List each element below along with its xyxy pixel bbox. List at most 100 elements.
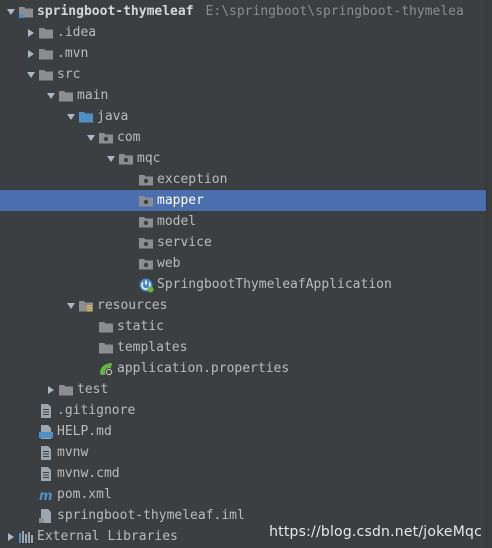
tree-item-label: .idea (57, 25, 97, 40)
spring-boot-class-icon (138, 277, 154, 293)
tree-item-label: mvnw (57, 445, 89, 460)
tree-item-java[interactable]: java (0, 106, 487, 127)
arrow-spacer (124, 190, 138, 211)
project-tree: springboot-thymeleaf E:\springboot\spring… (0, 0, 492, 548)
arrow-spacer (124, 274, 138, 295)
markdown-file-icon (38, 424, 54, 440)
libraries-icon (18, 529, 34, 545)
tree-item-label: com (117, 130, 141, 145)
tree-item-label: web (157, 256, 181, 271)
folder-icon (98, 340, 114, 356)
tree-item-mvn[interactable]: .mvn (0, 43, 487, 64)
chevron-down-icon[interactable] (4, 1, 18, 22)
chevron-right-icon[interactable] (44, 379, 58, 400)
folder-icon (58, 382, 74, 398)
tree-item-springbootthymeleafapplication[interactable]: SpringbootThymeleafApplication (0, 274, 487, 295)
tree-item-mqc[interactable]: mqc (0, 148, 487, 169)
chevron-down-icon[interactable] (44, 85, 58, 106)
tree-item-application-properties[interactable]: application.properties (0, 358, 487, 379)
tree-item-label: main (77, 88, 109, 103)
tree-item-idea[interactable]: .idea (0, 22, 487, 43)
tree-item-main[interactable]: main (0, 85, 487, 106)
tree-item-help-md[interactable]: HELP.md (0, 421, 487, 442)
tree-item-label: springboot-thymeleaf.iml (57, 508, 245, 523)
tree-item-label: pom.xml (57, 487, 112, 502)
tree-item-test[interactable]: test (0, 379, 487, 400)
folder-icon (38, 46, 54, 62)
chevron-right-icon[interactable] (24, 43, 38, 64)
svg-text:m: m (39, 489, 53, 503)
chevron-down-icon[interactable] (84, 127, 98, 148)
tree-item-label: mvnw.cmd (57, 466, 120, 481)
tree-item-label: static (117, 319, 164, 334)
tree-item-pom-xml[interactable]: m pom.xml (0, 484, 487, 505)
tree-item-templates[interactable]: templates (0, 337, 487, 358)
tree-item-exception[interactable]: exception (0, 169, 487, 190)
tree-item-label: src (57, 67, 81, 82)
tree-item-label: model (157, 214, 197, 229)
vertical-scrollbar[interactable] (486, 0, 492, 548)
tree-item-src[interactable]: src (0, 64, 487, 85)
package-icon (138, 172, 154, 188)
chevron-right-icon[interactable] (24, 22, 38, 43)
chevron-right-icon[interactable] (4, 526, 18, 547)
tree-item-label: springboot-thymeleaf (37, 4, 194, 19)
tree-item-label: test (77, 382, 109, 397)
tree-item-label: exception (157, 172, 228, 187)
arrow-spacer (124, 211, 138, 232)
tree-item-gitignore[interactable]: .gitignore (0, 400, 487, 421)
tree-item-label: SpringbootThymeleafApplication (157, 277, 392, 292)
tree-item-static[interactable]: static (0, 316, 487, 337)
package-icon (138, 214, 154, 230)
spring-properties-icon (98, 361, 114, 377)
tree-item-springboot-thymeleaf-iml[interactable]: springboot-thymeleaf.iml (0, 505, 487, 526)
arrow-spacer (124, 232, 138, 253)
tree-item-service[interactable]: service (0, 232, 487, 253)
folder-icon (58, 88, 74, 104)
folder-icon (98, 319, 114, 335)
arrow-spacer (124, 253, 138, 274)
watermark-text: https://blog.csdn.net/jokeMqc (269, 524, 482, 540)
package-icon (138, 193, 154, 209)
tree-item-label: service (157, 235, 212, 250)
arrow-spacer (84, 316, 98, 337)
tree-item-mvnw[interactable]: mvnw (0, 442, 487, 463)
package-icon (98, 130, 114, 146)
arrow-spacer (24, 463, 38, 484)
chevron-down-icon[interactable] (104, 148, 118, 169)
tree-item-model[interactable]: model (0, 211, 487, 232)
tree-item-label: .gitignore (57, 403, 136, 418)
resources-folder-icon (78, 298, 94, 314)
source-folder-icon (78, 109, 94, 125)
tree-item-mapper[interactable]: mapper (0, 190, 487, 211)
arrow-spacer (24, 421, 38, 442)
tree-item-label: java (97, 109, 129, 124)
module-file-icon (38, 508, 54, 524)
folder-icon (38, 67, 54, 83)
tree-item-springboot-thymeleaf[interactable]: springboot-thymeleaf E:\springboot\spring… (0, 1, 487, 22)
tree-item-label: resources (97, 298, 168, 313)
project-path: E:\springboot\springboot-thymelea (205, 4, 464, 19)
tree-item-label: templates (117, 340, 188, 355)
arrow-spacer (24, 442, 38, 463)
text-file-icon (38, 403, 54, 419)
tree-item-mvnw-cmd[interactable]: mvnw.cmd (0, 463, 487, 484)
project-folder-icon (18, 4, 34, 20)
tree-item-label: HELP.md (57, 424, 112, 439)
folder-icon (38, 25, 54, 41)
arrow-spacer (24, 505, 38, 526)
tree-item-label: mapper (157, 193, 204, 208)
package-icon (118, 151, 134, 167)
chevron-down-icon[interactable] (64, 295, 78, 316)
chevron-down-icon[interactable] (64, 106, 78, 127)
arrow-spacer (84, 337, 98, 358)
tree-item-label: application.properties (117, 361, 290, 376)
tree-item-web[interactable]: web (0, 253, 487, 274)
chevron-down-icon[interactable] (24, 64, 38, 85)
tree-item-com[interactable]: com (0, 127, 487, 148)
arrow-spacer (24, 400, 38, 421)
text-file-icon (38, 466, 54, 482)
tree-item-resources[interactable]: resources (0, 295, 487, 316)
arrow-spacer (24, 484, 38, 505)
arrow-spacer (84, 358, 98, 379)
